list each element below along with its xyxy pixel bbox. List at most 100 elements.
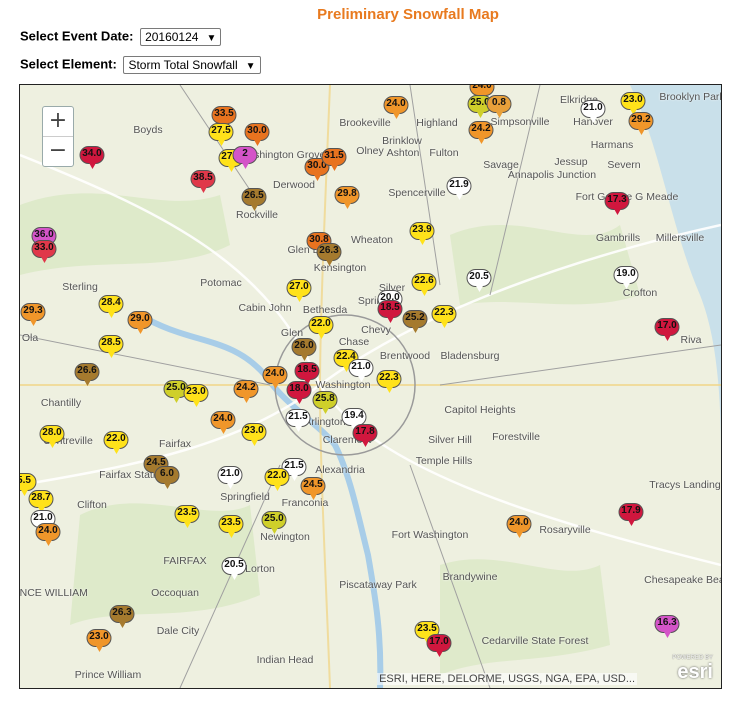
- snowfall-marker[interactable]: 21.0: [217, 466, 245, 490]
- event-date-select[interactable]: 20160124 ▼: [140, 28, 222, 46]
- snowfall-marker[interactable]: 26.3: [109, 605, 137, 629]
- snowfall-marker[interactable]: 24.0: [262, 366, 290, 390]
- snowfall-marker[interactable]: 24.0: [210, 411, 238, 435]
- zoom-out-button[interactable]: −: [43, 136, 73, 166]
- marker-pointer-icon: [290, 474, 299, 481]
- snowfall-marker[interactable]: 21.9: [446, 177, 474, 201]
- snowfall-marker[interactable]: 28.0: [39, 425, 67, 449]
- snowfall-marker[interactable]: 22.0: [264, 468, 292, 492]
- marker-value: 34.0: [82, 148, 102, 159]
- place-label: Brandywine: [442, 571, 498, 583]
- snowfall-marker[interactable]: 23.5: [174, 505, 202, 529]
- place-label: Fairfax: [158, 438, 192, 450]
- snowfall-marker[interactable]: 17.9: [618, 503, 646, 527]
- place-label: Millersville: [655, 232, 705, 244]
- snowfall-marker[interactable]: 33.0: [31, 240, 59, 264]
- snowfall-marker[interactable]: 17.8: [352, 424, 380, 448]
- snowfall-marker[interactable]: 24.0: [506, 515, 534, 539]
- snowfall-marker[interactable]: 23.9: [409, 222, 437, 246]
- snowfall-marker[interactable]: 18.5: [377, 300, 405, 324]
- marker-value: 36.0: [34, 229, 54, 240]
- snowfall-marker[interactable]: 23.5: [218, 515, 246, 539]
- snowfall-marker[interactable]: 23.0: [183, 384, 211, 408]
- marker-pointer-icon: [136, 327, 145, 334]
- marker-pointer-icon: [219, 427, 228, 434]
- snowfall-marker[interactable]: 26.3: [316, 243, 344, 267]
- marker-value: 29.2: [631, 114, 651, 125]
- marker-value: 27.5: [211, 125, 231, 136]
- snowfall-marker[interactable]: 30.0: [244, 123, 272, 147]
- snowfall-marker[interactable]: 27.0: [286, 279, 314, 303]
- snowfall-marker[interactable]: 20.5: [221, 557, 249, 581]
- place-label: Ola: [21, 332, 39, 344]
- marker-pointer-icon: [183, 521, 192, 528]
- snowfall-marker[interactable]: 17.0: [426, 634, 454, 658]
- marker-pointer-icon: [44, 539, 53, 546]
- snowfall-marker[interactable]: 29.0: [127, 311, 155, 335]
- place-label: Occoquan: [151, 587, 199, 599]
- place-label: Riva: [680, 334, 702, 346]
- snowfall-marker[interactable]: 26.6: [74, 363, 102, 387]
- snowfall-marker[interactable]: 22.3: [376, 370, 404, 394]
- marker-pointer-icon: [118, 621, 127, 628]
- zoom-in-button[interactable]: +: [43, 107, 73, 136]
- snowfall-marker[interactable]: 23.0: [86, 629, 114, 653]
- snowfall-marker[interactable]: 22.0: [103, 431, 131, 455]
- marker-value: 24.5: [303, 479, 323, 490]
- marker-value: 21.5: [288, 411, 308, 422]
- snowfall-marker[interactable]: 34.0: [79, 146, 107, 170]
- marker-pointer-icon: [107, 311, 116, 318]
- marker-value: 26.5: [244, 190, 264, 201]
- element-select[interactable]: Storm Total Snowfall ▼: [123, 56, 261, 74]
- marker-value: 26.3: [319, 245, 339, 256]
- snowfall-marker[interactable]: 17.3: [604, 192, 632, 216]
- marker-value: 29.0: [130, 313, 150, 324]
- snowfall-marker[interactable]: 26.5: [241, 188, 269, 212]
- snowfall-marker[interactable]: 22.3: [431, 305, 459, 329]
- snowfall-marker[interactable]: 29.2: [628, 112, 656, 136]
- snowfall-marker[interactable]: 27.5: [208, 123, 236, 147]
- marker-value: 17.3: [607, 194, 627, 205]
- snowfall-marker[interactable]: 22.0: [308, 316, 336, 340]
- snowfall-marker[interactable]: 31.5: [321, 148, 349, 172]
- snowfall-marker[interactable]: 17.0: [654, 318, 682, 342]
- snowfall-marker[interactable]: 23.0: [241, 423, 269, 447]
- marker-pointer-icon: [440, 321, 449, 328]
- snowfall-marker[interactable]: 20.5: [466, 269, 494, 293]
- marker-value: 19.0: [616, 268, 636, 279]
- snowfall-marker[interactable]: 24.0: [35, 523, 63, 547]
- snowfall-marker[interactable]: 25.0: [261, 511, 289, 535]
- snowfall-marker[interactable]: 16.3: [654, 615, 682, 639]
- marker-value: 24.0: [265, 368, 285, 379]
- snowfall-marker[interactable]: 21.0: [580, 100, 608, 124]
- snowfall-marker[interactable]: 38.5: [190, 170, 218, 194]
- snowfall-marker[interactable]: 24.2: [233, 380, 261, 404]
- snowfall-marker[interactable]: 0.8: [486, 95, 514, 119]
- snowfall-marker[interactable]: 6.0: [154, 466, 182, 490]
- snowfall-marker[interactable]: 18.0: [286, 381, 314, 405]
- snowfall-marker[interactable]: 22.6: [411, 273, 439, 297]
- marker-pointer-icon: [163, 482, 172, 489]
- marker-pointer-icon: [477, 137, 486, 144]
- marker-value: 25.2: [405, 312, 425, 323]
- snowfall-marker[interactable]: 28.4: [98, 295, 126, 319]
- snowfall-marker[interactable]: 29.3: [20, 303, 48, 327]
- snowfall-marker[interactable]: 25.8: [312, 391, 340, 415]
- place-label: Sterling: [62, 281, 98, 293]
- snowfall-marker[interactable]: 29.8: [334, 186, 362, 210]
- snowfall-marker[interactable]: 24.5: [300, 477, 328, 501]
- place-label: Fort Washington: [391, 529, 469, 541]
- snowfall-marker[interactable]: 25.2: [402, 310, 430, 334]
- snowfall-marker[interactable]: 28.5: [98, 335, 126, 359]
- snowfall-marker[interactable]: 19.0: [613, 266, 641, 290]
- snowfall-map[interactable]: Boyds Brookeville Highland Simpsonville Elkr…: [19, 84, 722, 689]
- marker-value: 33.0: [34, 242, 54, 253]
- marker-pointer-icon: [253, 139, 262, 146]
- snowfall-marker[interactable]: 21.0: [348, 359, 376, 383]
- marker-pointer-icon: [317, 332, 326, 339]
- snowfall-marker[interactable]: 26.0: [291, 338, 319, 362]
- snowfall-marker[interactable]: 24.0: [383, 96, 411, 120]
- snowfall-marker[interactable]: 21.5: [285, 409, 313, 433]
- snowfall-marker[interactable]: 2: [232, 146, 260, 170]
- snowfall-marker[interactable]: 24.2: [468, 121, 496, 145]
